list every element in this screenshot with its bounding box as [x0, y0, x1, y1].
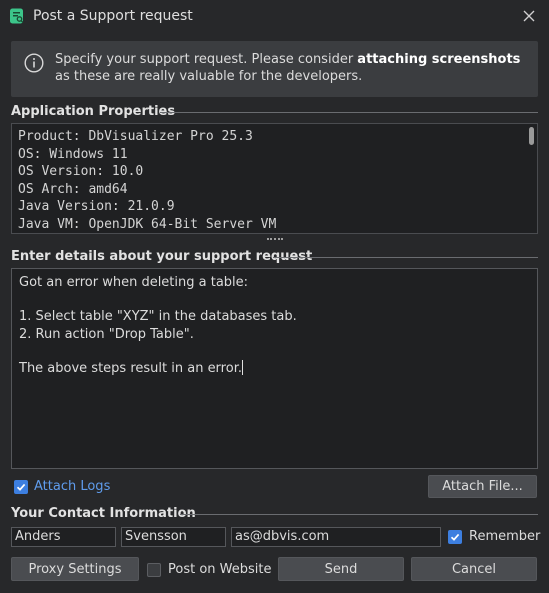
send-button[interactable]: Send — [278, 557, 404, 581]
application-properties-box[interactable]: Product: DbVisualizer Pro 25.3 OS: Window… — [11, 123, 538, 234]
post-on-website-checkbox[interactable]: Post on Website — [147, 562, 271, 577]
section-divider — [160, 112, 538, 113]
last-name-field[interactable]: Svensson — [121, 527, 226, 547]
resize-grip[interactable] — [267, 238, 283, 242]
section-title-application-properties: Application Properties — [11, 104, 176, 119]
first-name-field[interactable]: Anders — [11, 527, 116, 547]
checkbox-checked-icon[interactable] — [14, 479, 28, 494]
details-line: Got an error when deleting a table: — [19, 275, 249, 290]
property-line: Java VM: OpenJDK 64-Bit Server VM — [18, 216, 277, 232]
attach-logs-label[interactable]: Attach Logs — [34, 479, 110, 494]
text-caret — [241, 359, 243, 375]
section-divider — [273, 257, 538, 258]
title-bar: Post a Support request — [0, 0, 549, 33]
section-title-details: Enter details about your support request — [11, 249, 313, 264]
section-divider — [180, 514, 538, 515]
support-request-textarea[interactable]: Got an error when deleting a table: 1. Se… — [11, 268, 538, 469]
scrollbar-thumb[interactable] — [529, 127, 534, 145]
checkbox-unchecked-icon[interactable] — [147, 562, 161, 577]
info-text: Specify your support request. Please con… — [55, 52, 521, 84]
cancel-button[interactable]: Cancel — [411, 557, 537, 581]
attach-file-button[interactable]: Attach File... — [428, 475, 537, 498]
section-title-contact: Your Contact Information — [11, 506, 196, 521]
remember-label[interactable]: Remember — [469, 529, 540, 544]
details-line: 2. Run action "Drop Table". — [19, 326, 194, 342]
dbvisualizer-app-icon — [9, 8, 25, 24]
email-field[interactable]: as@dbvis.com — [231, 527, 441, 547]
attach-logs-checkbox[interactable]: Attach Logs — [14, 479, 110, 494]
checkbox-checked-icon[interactable] — [448, 529, 462, 544]
details-line — [19, 291, 297, 308]
post-on-website-label[interactable]: Post on Website — [168, 562, 271, 577]
property-line: Java Version: 21.0.9 — [18, 199, 175, 215]
property-line: Product: DbVisualizer Pro 25.3 — [18, 129, 253, 144]
window-title: Post a Support request — [33, 8, 193, 24]
details-line: The above steps result in an error. — [19, 359, 243, 376]
property-line: OS Version: 10.0 — [18, 164, 144, 180]
remember-checkbox[interactable]: Remember — [448, 529, 540, 544]
details-line — [19, 343, 297, 360]
proxy-settings-button[interactable]: Proxy Settings — [11, 557, 139, 581]
details-line: 1. Select table "XYZ" in the databases t… — [19, 309, 297, 325]
info-banner: Specify your support request. Please con… — [11, 41, 538, 97]
property-line: OS: Windows 11 — [18, 146, 128, 162]
info-icon — [24, 53, 44, 73]
property-line: OS Arch: amd64 — [18, 181, 128, 197]
close-icon[interactable] — [519, 6, 539, 26]
info-text-emphasis: attaching screenshots — [357, 52, 521, 67]
